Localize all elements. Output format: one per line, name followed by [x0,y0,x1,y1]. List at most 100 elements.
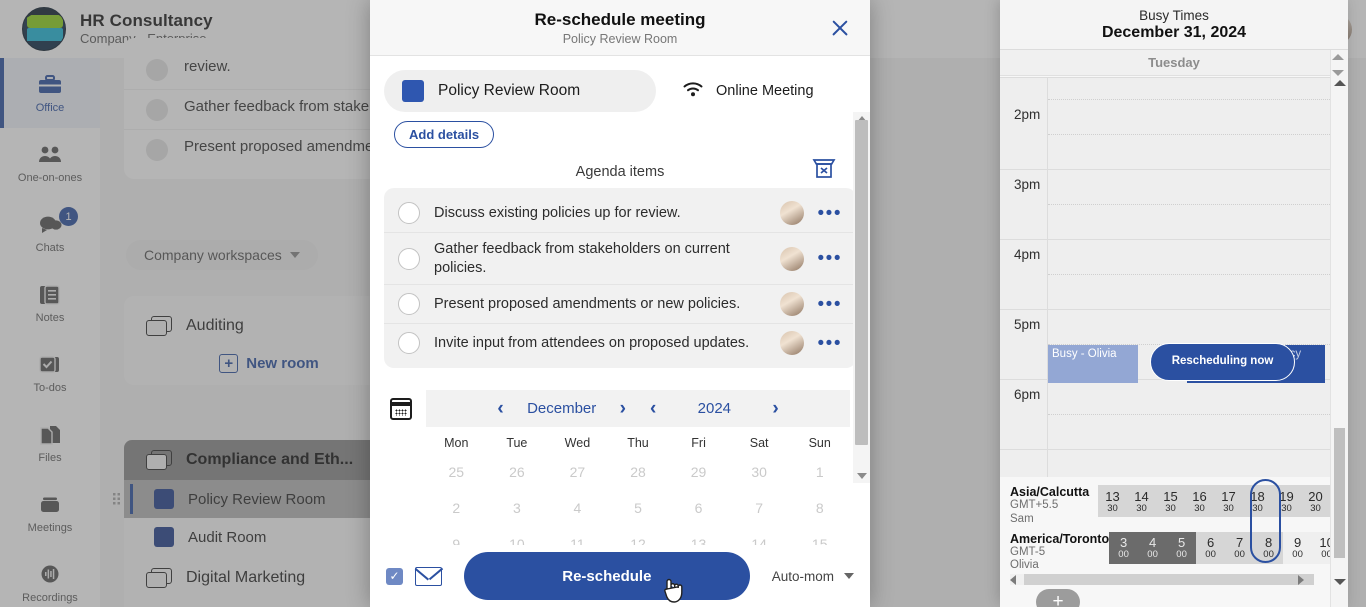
spinner-down-arrow-icon[interactable] [1332,70,1344,76]
scrollbar-thumb[interactable] [855,120,868,445]
calendar-icon[interactable] [390,398,412,421]
timezone-cell[interactable]: 14 30 [1127,485,1156,517]
timezone-hscrollbar[interactable] [1010,574,1314,585]
chevron-right-icon[interactable]: › [608,399,638,418]
chevron-left-icon[interactable]: ‹ [485,399,515,418]
timezone-cell[interactable]: 8 00 [1254,531,1284,564]
dialog-scrollbar[interactable] [853,112,870,483]
timezone-minute: 00 [1176,549,1187,561]
timezone-cell[interactable]: 9 00 [1283,531,1313,564]
calendar-year[interactable]: 2024 [668,400,760,417]
chevron-left-icon[interactable]: ‹ [638,399,668,418]
ellipsis-icon[interactable]: ••• [818,249,842,268]
busy-times-grid[interactable]: 2pm 3pm 4pm 5pm 6pm Busy - Olivia Resche… [1000,77,1330,477]
scrollbar-thumb[interactable] [1334,428,1345,558]
timezone-cell[interactable]: 13 30 [1098,485,1127,517]
timezone-cell[interactable]: 4 00 [1138,531,1168,564]
timezone-cell[interactable]: 16 30 [1185,485,1214,517]
room-selector[interactable]: Policy Review Room [384,70,656,112]
calendar-day[interactable]: 26 [487,454,548,490]
scroll-right-arrow-icon[interactable] [1298,574,1304,585]
chevron-right-icon[interactable]: › [760,399,790,418]
envelope-icon[interactable] [415,566,442,586]
calendar-day[interactable]: 8 [789,490,850,526]
calendar-day[interactable]: 6 [668,490,729,526]
calendar-day[interactable]: 1 [789,454,850,490]
timezone-hour: 15 [1163,488,1178,504]
ellipsis-icon[interactable]: ••• [818,295,842,314]
add-timezone-button[interactable]: + [1036,589,1080,607]
timezone-cell[interactable]: 20 30 [1301,485,1330,517]
scrollbar-thumb[interactable] [1024,574,1314,585]
radio-icon[interactable] [398,332,420,355]
add-details-button[interactable]: Add details [394,121,495,148]
calendar-month[interactable]: December [516,400,608,417]
agenda-item[interactable]: Present proposed amendments or new polic… [384,284,856,323]
busy-panel-scrollbar[interactable] [1330,50,1348,607]
calendar-event-rescheduling[interactable]: Rescheduling now [1150,343,1295,381]
timezone-cell[interactable]: 5 00 [1167,531,1197,564]
radio-icon[interactable] [398,247,420,270]
timezone-minute: 30 [1107,502,1118,514]
calendar-day[interactable]: 15 [789,526,850,545]
ellipsis-icon[interactable]: ••• [818,204,842,223]
ellipsis-icon[interactable]: ••• [818,334,842,353]
spinner-up-arrow-icon[interactable] [1332,54,1344,60]
timezone-cell[interactable]: 15 30 [1156,485,1185,517]
agenda-item[interactable]: Discuss existing policies up for review.… [384,194,856,232]
close-icon[interactable] [828,16,852,40]
timezone-cell[interactable]: 19 30 [1272,485,1301,517]
calendar-day[interactable]: 11 [547,526,608,545]
timezone-cells[interactable]: 3 00 4 00 5 00 6 00 7 00 8 00 9 00 10 00 [1109,531,1342,564]
timezone-cell-selected[interactable]: 7 00 [1225,531,1255,564]
timezone-minute: 30 [1281,502,1292,514]
notify-checkbox[interactable]: ✓ [386,567,403,585]
calendar-day[interactable]: 29 [668,454,729,490]
scroll-down-arrow-icon[interactable] [856,473,867,479]
timezone-name: America/Toronto [1010,531,1110,546]
agenda-item[interactable]: Gather feedback from stakeholders on cur… [384,232,856,284]
user-avatar[interactable] [779,201,804,225]
radio-icon[interactable] [398,293,420,316]
trash-x-icon[interactable] [812,158,836,180]
room-name: Policy Review Room [438,82,581,99]
calendar-day[interactable]: 27 [547,454,608,490]
calendar-day[interactable]: 5 [608,490,669,526]
timezone-cell-selected[interactable]: 17 30 [1214,485,1243,517]
spinner-arrows[interactable] [1332,54,1344,76]
online-meeting-toggle[interactable]: Online Meeting [682,80,814,102]
timezone-cell[interactable]: 3 00 [1109,531,1139,564]
calendar-day[interactable]: 28 [608,454,669,490]
timezone-cell[interactable]: 18 30 [1243,485,1272,517]
timezone-hour: 3 [1119,535,1128,551]
timezone-cell[interactable]: 6 00 [1196,531,1226,564]
calendar-day[interactable]: 3 [487,490,548,526]
agenda-item[interactable]: Invite input from attendees on proposed … [384,323,856,362]
radio-icon[interactable] [398,202,420,224]
calendar-day[interactable]: 14 [729,526,790,545]
calendar-day[interactable]: 9 [426,526,487,545]
scroll-up-arrow-icon[interactable] [1334,80,1346,86]
calendar-day[interactable]: 2 [426,490,487,526]
calendar-day[interactable]: 30 [729,454,790,490]
timezone-hour: 8 [1264,535,1273,551]
calendar-day[interactable]: 7 [729,490,790,526]
calendar-day[interactable]: 10 [487,526,548,545]
calendar-event-busy[interactable]: Busy - Olivia [1048,345,1138,383]
calendar-day[interactable]: 4 [547,490,608,526]
scroll-left-arrow-icon[interactable] [1010,574,1016,585]
agenda-list: Discuss existing policies up for review.… [384,188,856,369]
calendar-day[interactable]: 13 [668,526,729,545]
reschedule-button[interactable]: Re-schedule [464,552,750,600]
agenda-item-label: Present proposed amendments or new polic… [434,295,741,312]
auto-mom-dropdown[interactable]: Auto-mom [772,569,854,584]
timezone-hour: 13 [1105,488,1120,504]
calendar-day[interactable]: 12 [608,526,669,545]
timezone-minute: 30 [1136,502,1147,514]
user-avatar[interactable] [779,246,804,271]
timezone-cells[interactable]: 13 30 14 30 15 30 16 30 17 30 18 30 19 3… [1098,485,1330,517]
scroll-down-arrow-icon[interactable] [1334,579,1346,585]
user-avatar[interactable] [779,331,804,356]
calendar-day[interactable]: 25 [426,454,487,490]
user-avatar[interactable] [779,292,804,317]
